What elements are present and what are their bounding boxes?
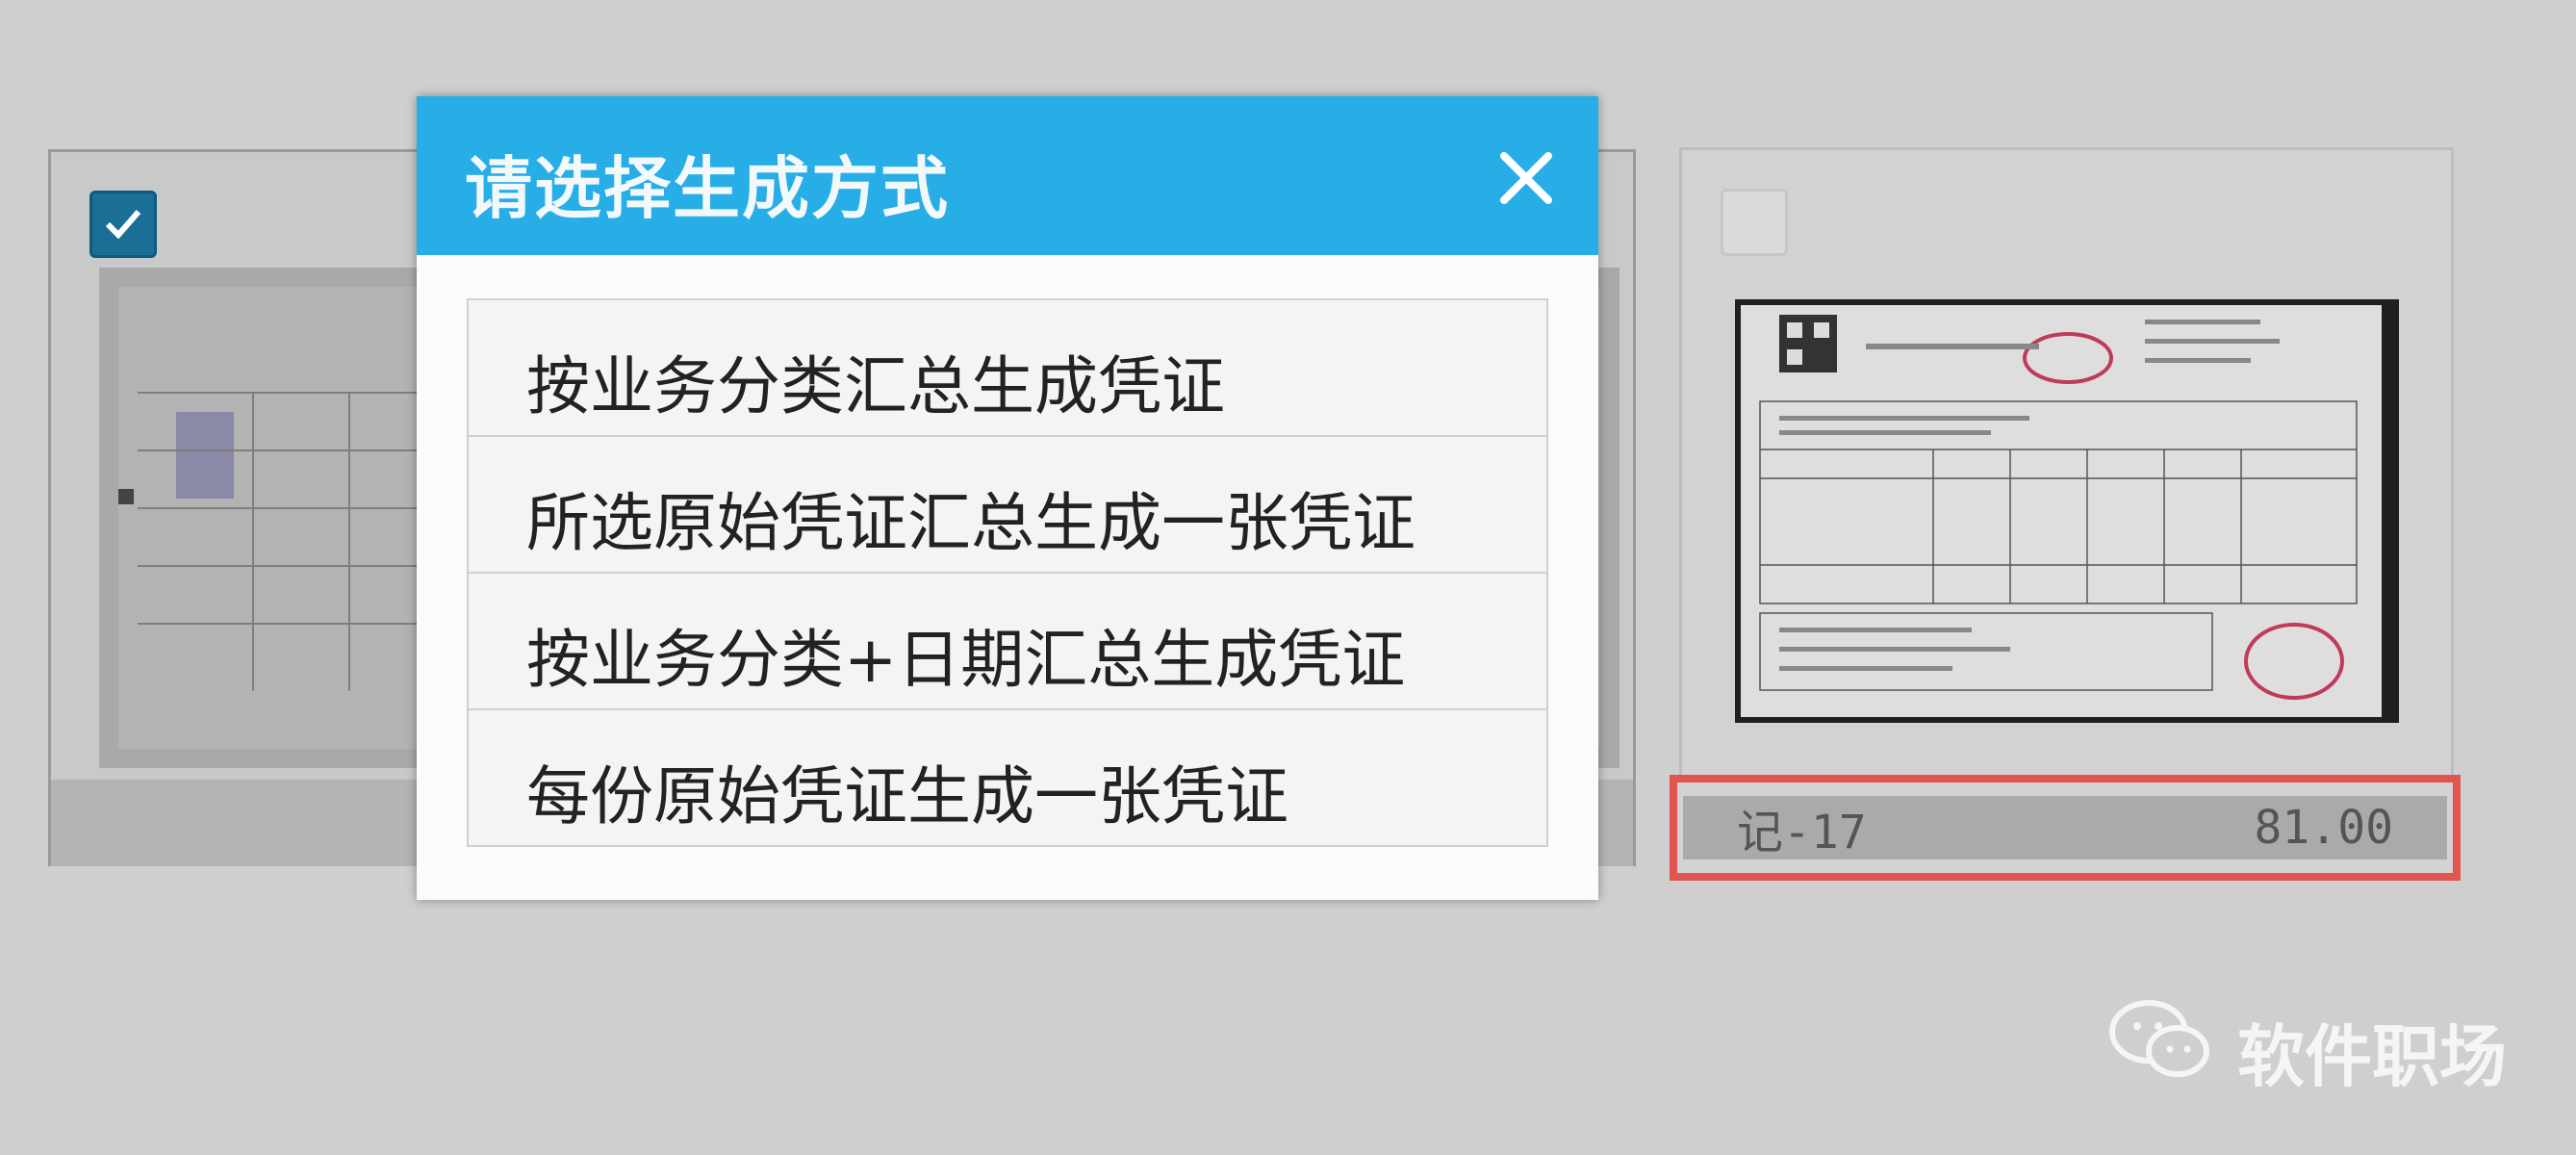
option-label: 每份原始凭证生成一张凭证	[526, 759, 1288, 834]
option-summary-by-category-and-date[interactable]: 按业务分类+日期汇总生成凭证	[467, 572, 1548, 710]
option-label: 按业务分类+日期汇总生成凭证	[526, 623, 1406, 697]
close-icon[interactable]	[1492, 144, 1560, 212]
option-merge-into-one[interactable]: 所选原始凭证汇总生成一张凭证	[467, 435, 1548, 574]
receipt-card-right[interactable]	[1679, 147, 2454, 881]
checkbox-checked[interactable]	[89, 191, 157, 258]
voucher-amount: 81.00	[2254, 801, 2394, 855]
voucher-caption[interactable]: 记-17 81.00	[1683, 796, 2447, 860]
wechat-icon	[2109, 1000, 2209, 1077]
voucher-number: 记-17	[1737, 806, 1867, 860]
options-list: 按业务分类汇总生成凭证 所选原始凭证汇总生成一张凭证 按业务分类+日期汇总生成凭…	[467, 298, 1548, 847]
option-label: 按业务分类汇总生成凭证	[526, 349, 1225, 424]
checkbox-unchecked[interactable]	[1721, 189, 1788, 256]
invoice-graphic	[1741, 305, 2382, 717]
check-icon	[105, 210, 141, 240]
option-summary-by-category[interactable]: 按业务分类汇总生成凭证	[467, 298, 1548, 437]
voucher-caption-highlight: 记-17 81.00	[1670, 775, 2461, 881]
dialog-title: 请选择生成方式	[465, 149, 950, 228]
option-one-per-document[interactable]: 每份原始凭证生成一张凭证	[467, 708, 1548, 847]
watermark-text: 软件职场	[2237, 1017, 2507, 1096]
generate-mode-dialog: 请选择生成方式 按业务分类汇总生成凭证 所选原始凭证汇总生成一张凭证 按业务分类…	[417, 96, 1598, 900]
receipt-thumbnail[interactable]	[1735, 299, 2399, 723]
option-label: 所选原始凭证汇总生成一张凭证	[526, 486, 1416, 560]
watermark: 软件职场	[2103, 982, 2507, 1097]
dialog-header: 请选择生成方式	[417, 96, 1598, 255]
invoice-image	[1741, 305, 2382, 717]
